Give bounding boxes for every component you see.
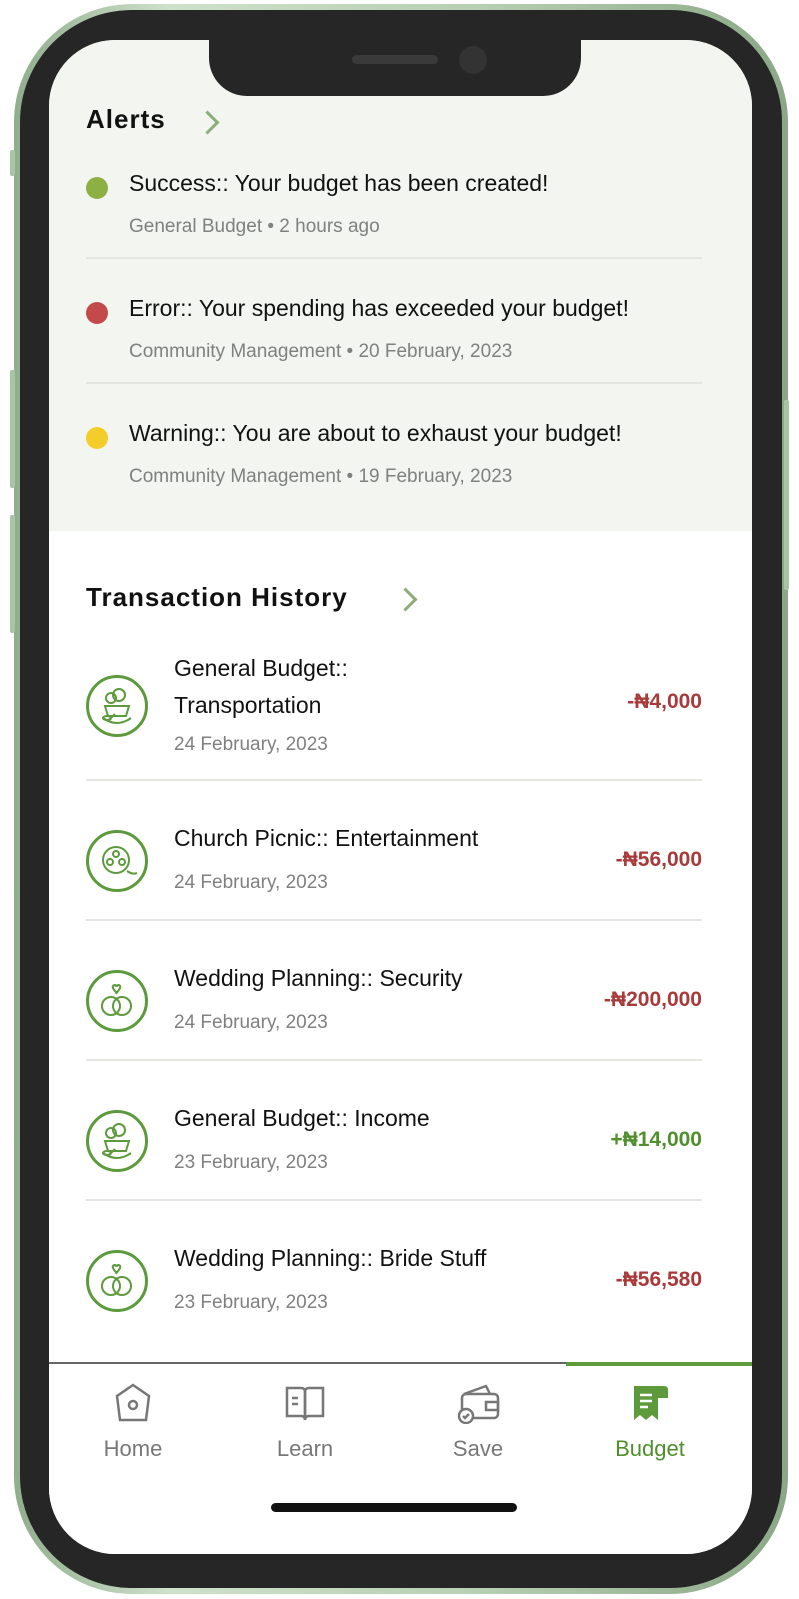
divider [86, 1199, 702, 1201]
transaction-date: 24 February, 2023 [174, 1012, 328, 1033]
alert-item[interactable]: Error:: Your spending has exceeded your … [86, 289, 702, 414]
alert-meta: General Budget • 2 hours ago [129, 216, 380, 237]
tab-label: Learn [276, 1436, 334, 1461]
transaction-history-title[interactable]: Transaction History [86, 582, 348, 613]
transaction-row[interactable]: General Budget:: Transportation 24 Febru… [86, 646, 702, 780]
alert-title: Warning:: You are about to exhaust your … [129, 420, 622, 446]
alert-item[interactable]: Warning:: You are about to exhaust your … [86, 414, 702, 539]
front-camera [459, 46, 487, 74]
transaction-title: Wedding Planning:: Security [174, 965, 463, 991]
side-button-mute [10, 150, 15, 176]
transaction-date: 23 February, 2023 [174, 1292, 328, 1313]
alert-title: Success:: Your budget has been created! [129, 170, 549, 196]
divider [86, 382, 702, 384]
food-basket-icon [86, 1110, 148, 1172]
side-button-power [784, 400, 789, 590]
film-reel-icon [86, 830, 148, 892]
alerts-section: Alerts Success:: Your budget has been cr… [49, 40, 752, 531]
budget-receipt-icon [634, 1386, 668, 1420]
tab-label: Save [452, 1436, 504, 1461]
transaction-date: 23 February, 2023 [174, 1152, 328, 1173]
book-icon [285, 1386, 325, 1421]
transaction-title: Church Picnic:: Entertainment [174, 825, 479, 851]
home-icon [115, 1383, 151, 1422]
transaction-amount: -₦4,000 [627, 690, 702, 713]
alerts-title[interactable]: Alerts [86, 104, 166, 135]
transaction-title: General Budget:: Income [174, 1105, 430, 1131]
alert-title: Error:: Your spending has exceeded your … [129, 295, 629, 321]
divider [86, 779, 702, 781]
alert-item[interactable]: Success:: Your budget has been created! … [86, 164, 702, 289]
tab-home[interactable]: Home [73, 1382, 193, 1472]
divider [86, 919, 702, 921]
chevron-right-icon[interactable] [195, 110, 220, 135]
bottom-tab-bar: Home Learn Save Budget [49, 1362, 752, 1554]
side-button-volume-down [10, 515, 15, 633]
tab-learn[interactable]: Learn [245, 1382, 365, 1472]
tab-budget[interactable]: Budget [590, 1382, 710, 1472]
error-status-dot [86, 302, 108, 324]
speaker [352, 55, 438, 64]
wedding-rings-icon [86, 1250, 148, 1312]
tab-save[interactable]: Save [418, 1382, 538, 1472]
divider [86, 1059, 702, 1061]
alert-meta: Community Management • 19 February, 2023 [129, 466, 513, 487]
alert-meta: Community Management • 20 February, 2023 [129, 341, 513, 362]
warning-status-dot [86, 427, 108, 449]
phone-screen: Alerts Success:: Your budget has been cr… [49, 40, 752, 1554]
transaction-row[interactable]: Wedding Planning:: Bride Stuff 23 Februa… [86, 1240, 702, 1340]
chevron-right-icon[interactable] [393, 587, 418, 612]
active-tab-indicator [566, 1362, 752, 1366]
notch [209, 40, 581, 96]
transaction-date: 24 February, 2023 [174, 734, 328, 755]
transaction-row[interactable]: Wedding Planning:: Security 24 February,… [86, 960, 702, 1060]
transaction-amount: -₦56,000 [615, 848, 702, 871]
transaction-title: General Budget:: Transportation [174, 655, 348, 718]
divider [86, 257, 702, 259]
wallet-icon [457, 1384, 500, 1424]
side-button-volume-up [10, 370, 15, 488]
transaction-title: Wedding Planning:: Bride Stuff [174, 1245, 487, 1271]
tab-label: Home [103, 1436, 163, 1461]
food-basket-icon [86, 675, 148, 737]
transaction-amount: -₦56,580 [615, 1268, 702, 1291]
success-status-dot [86, 177, 108, 199]
transaction-row[interactable]: General Budget:: Income 23 February, 202… [86, 1100, 702, 1200]
tab-label: Budget [615, 1436, 685, 1461]
transaction-row[interactable]: Church Picnic:: Entertainment 24 Februar… [86, 820, 702, 920]
transaction-amount: +₦14,000 [610, 1128, 702, 1151]
wedding-rings-icon [86, 970, 148, 1032]
transaction-date: 24 February, 2023 [174, 872, 328, 893]
transaction-amount: -₦200,000 [603, 988, 702, 1011]
home-indicator[interactable] [271, 1503, 517, 1512]
